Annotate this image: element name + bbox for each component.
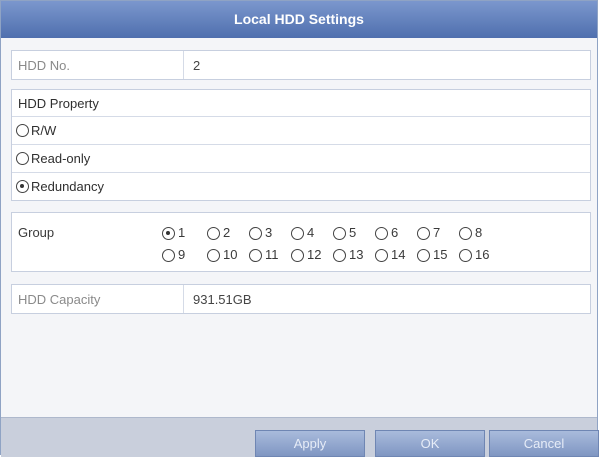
hdd-no-panel: HDD No. 2 <box>11 50 591 80</box>
group-radio-3[interactable] <box>249 227 262 241</box>
group-option-label: 15 <box>433 247 448 262</box>
group-option-label: 4 <box>307 225 315 240</box>
hdd-capacity-value: 931.51GB <box>193 291 252 307</box>
property-option-rw[interactable]: R/W <box>12 117 590 145</box>
radio-rw[interactable] <box>16 124 29 137</box>
group-radio-11[interactable] <box>249 249 262 263</box>
group-option-15[interactable]: 15 <box>417 247 447 263</box>
radio-read-only[interactable] <box>16 152 29 165</box>
group-option-label: 1 <box>178 225 186 240</box>
dialog-title: Local HDD Settings <box>1 1 597 38</box>
group-radio-9[interactable] <box>162 249 175 263</box>
hdd-capacity-label: HDD Capacity <box>12 285 184 313</box>
group-radio-14[interactable] <box>375 249 388 263</box>
hdd-capacity-panel: HDD Capacity 931.51GB <box>11 284 591 314</box>
group-option-label: 5 <box>349 225 357 240</box>
group-option-label: 7 <box>433 225 441 240</box>
group-option-4[interactable]: 4 <box>291 225 314 241</box>
group-option-7[interactable]: 7 <box>417 225 440 241</box>
hdd-property-panel: HDD Property R/W Read-only Redundancy <box>11 89 591 201</box>
group-option-label: 12 <box>307 247 322 262</box>
group-option-10[interactable]: 10 <box>207 247 237 263</box>
property-option-redundancy-label: Redundancy <box>31 179 104 194</box>
group-option-14[interactable]: 14 <box>375 247 405 263</box>
group-option-9[interactable]: 9 <box>162 247 185 263</box>
group-radio-4[interactable] <box>291 227 304 241</box>
hdd-no-value: 2 <box>193 57 201 73</box>
group-option-label: 13 <box>349 247 364 262</box>
group-radio-10[interactable] <box>207 249 220 263</box>
group-option-8[interactable]: 8 <box>459 225 482 241</box>
dialog-footer: Apply OK Cancel <box>1 417 599 457</box>
group-option-label: 11 <box>265 247 279 262</box>
group-option-label: 10 <box>223 247 238 262</box>
group-radio-5[interactable] <box>333 227 346 241</box>
property-option-read-only-label: Read-only <box>31 151 91 166</box>
group-option-label: 16 <box>475 247 490 262</box>
group-option-6[interactable]: 6 <box>375 225 398 241</box>
group-radio-1[interactable] <box>162 227 175 241</box>
group-radio-2[interactable] <box>207 227 220 241</box>
group-radio-7[interactable] <box>417 227 430 241</box>
group-radio-8[interactable] <box>459 227 472 241</box>
group-option-label: 9 <box>178 247 186 262</box>
group-panel: Group 1 2 3 4 5 6 7 8 9 10 11 12 13 14 15 16 <box>11 212 591 272</box>
ok-button[interactable]: OK <box>375 430 485 457</box>
group-label: Group <box>18 225 55 240</box>
local-hdd-settings-dialog: Local HDD Settings HDD No. 2 HDD Propert… <box>0 0 599 457</box>
property-option-rw-label: R/W <box>31 123 57 138</box>
hdd-no-label: HDD No. <box>12 51 184 79</box>
hdd-property-heading: HDD Property <box>12 90 590 117</box>
group-radio-15[interactable] <box>417 249 430 263</box>
group-radio-13[interactable] <box>333 249 346 263</box>
group-option-label: 6 <box>391 225 399 240</box>
group-option-16[interactable]: 16 <box>459 247 489 263</box>
hdd-no-row: HDD No. 2 <box>12 51 590 79</box>
group-option-label: 14 <box>391 247 406 262</box>
group-option-12[interactable]: 12 <box>291 247 321 263</box>
apply-button[interactable]: Apply <box>255 430 365 457</box>
group-option-5[interactable]: 5 <box>333 225 356 241</box>
group-option-label: 8 <box>475 225 483 240</box>
group-option-label: 3 <box>265 225 273 240</box>
radio-redundancy[interactable] <box>16 180 29 193</box>
group-option-1[interactable]: 1 <box>162 225 185 241</box>
property-option-redundancy[interactable]: Redundancy <box>12 173 590 200</box>
hdd-capacity-row: HDD Capacity 931.51GB <box>12 285 590 313</box>
group-radio-6[interactable] <box>375 227 388 241</box>
property-option-read-only[interactable]: Read-only <box>12 145 590 173</box>
cancel-button[interactable]: Cancel <box>489 430 599 457</box>
group-option-3[interactable]: 3 <box>249 225 272 241</box>
group-option-11[interactable]: 11 <box>249 247 279 263</box>
group-option-2[interactable]: 2 <box>207 225 230 241</box>
group-radio-16[interactable] <box>459 249 472 263</box>
group-option-13[interactable]: 13 <box>333 247 363 263</box>
group-radio-12[interactable] <box>291 249 304 263</box>
group-option-label: 2 <box>223 225 231 240</box>
